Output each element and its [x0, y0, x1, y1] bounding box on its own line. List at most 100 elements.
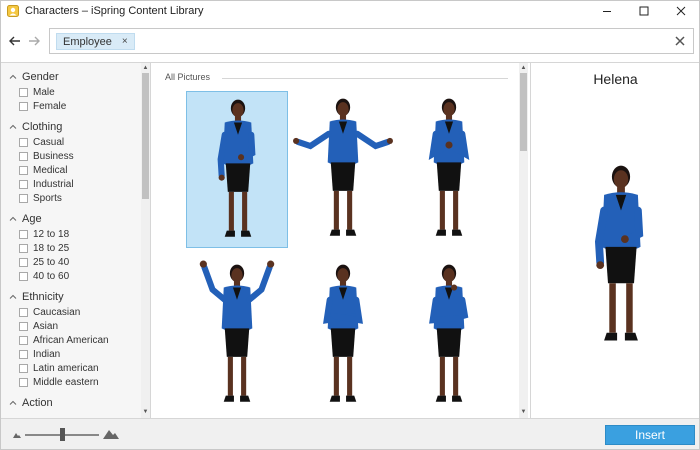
checkbox[interactable]: [19, 321, 28, 331]
character-preview-image: [556, 101, 686, 411]
gallery-panel: All Pictures ▲ ▼: [152, 63, 529, 418]
close-window-button[interactable]: [662, 1, 699, 21]
checkbox[interactable]: [19, 363, 28, 373]
clear-search-icon[interactable]: [673, 34, 687, 48]
filter-option-label: Male: [33, 86, 55, 98]
filter-option[interactable]: Casual: [19, 135, 141, 149]
filter-option-label: 18 to 25: [33, 242, 70, 254]
filter-group-header[interactable]: Action: [9, 395, 141, 411]
filter-option-label: Industrial: [33, 178, 74, 190]
character-tile[interactable]: [292, 91, 394, 248]
minimize-button[interactable]: [588, 1, 625, 21]
filter-group-label: Action: [22, 397, 53, 409]
filter-option[interactable]: Medical: [19, 163, 141, 177]
filter-option[interactable]: Middle eastern: [19, 375, 141, 389]
zoom-in-icon[interactable]: [103, 429, 119, 439]
gallery-scrollbar[interactable]: ▲ ▼: [519, 63, 528, 418]
character-thumbnail: [428, 98, 470, 236]
search-input[interactable]: Employee ×: [49, 28, 694, 54]
maximize-button[interactable]: [625, 1, 662, 21]
gallery-scroll-thumb[interactable]: [520, 73, 527, 151]
filter-option[interactable]: Business: [19, 149, 141, 163]
scroll-up-icon[interactable]: ▲: [520, 65, 527, 71]
arrow-right-icon: [29, 36, 40, 46]
filter-group-header[interactable]: Ethnicity: [9, 289, 141, 305]
checkbox[interactable]: [19, 193, 28, 203]
chevron-up-icon: [9, 216, 17, 221]
checkbox[interactable]: [19, 229, 28, 239]
filter-option-label: Latin american: [33, 362, 99, 374]
filter-group-label: Gender: [22, 71, 59, 83]
filter-option-label: Caucasian: [33, 306, 81, 318]
arrow-left-icon: [9, 36, 20, 46]
filter-group-action: Action: [9, 395, 141, 417]
window-controls: [588, 1, 699, 21]
filter-option-label: Female: [33, 100, 67, 112]
section-divider: [222, 78, 508, 79]
filter-group-header[interactable]: Gender: [9, 69, 141, 85]
filter-option[interactable]: Sports: [19, 191, 141, 205]
filter-option-label: Casual: [33, 136, 65, 148]
zoom-out-icon[interactable]: [13, 432, 21, 438]
chevron-up-icon: [9, 124, 17, 129]
filter-group-gender: Gender Male Female: [9, 69, 141, 119]
filter-option[interactable]: Industrial: [19, 177, 141, 191]
checkbox[interactable]: [19, 137, 28, 147]
filter-option[interactable]: Caucasian: [19, 305, 141, 319]
checkbox[interactable]: [19, 101, 28, 111]
filter-scroll-thumb[interactable]: [142, 73, 149, 199]
search-tag: Employee ×: [56, 33, 135, 50]
character-tile[interactable]: [186, 91, 288, 248]
filter-option-label: Asian: [33, 320, 59, 332]
character-tile[interactable]: [186, 257, 288, 414]
filter-option[interactable]: Indian: [19, 347, 141, 361]
checkbox[interactable]: [19, 151, 28, 161]
back-button[interactable]: [7, 33, 23, 49]
checkbox[interactable]: [19, 335, 28, 345]
preview-panel: Helena: [530, 63, 699, 418]
filter-option[interactable]: Latin american: [19, 361, 141, 375]
character-figure: [594, 165, 644, 341]
character-tile[interactable]: [398, 91, 500, 248]
checkbox[interactable]: [19, 349, 28, 359]
scroll-down-icon[interactable]: ▼: [520, 409, 527, 415]
filter-scrollbar[interactable]: ▲ ▼: [141, 63, 150, 418]
checkbox[interactable]: [19, 87, 28, 97]
insert-button[interactable]: Insert: [605, 425, 695, 445]
filter-option-label: Indian: [33, 348, 61, 360]
filter-option[interactable]: Asian: [19, 319, 141, 333]
character-tile[interactable]: [398, 257, 500, 414]
zoom-slider-handle[interactable]: [60, 428, 65, 441]
character-thumbnail: [293, 98, 393, 236]
filter-option[interactable]: Female: [19, 99, 141, 113]
checkbox[interactable]: [19, 307, 28, 317]
filter-option[interactable]: 25 to 40: [19, 255, 141, 269]
checkbox[interactable]: [19, 271, 28, 281]
character-tile[interactable]: [292, 257, 394, 414]
filter-option[interactable]: 18 to 25: [19, 241, 141, 255]
maximize-icon: [639, 6, 648, 16]
remove-tag-button[interactable]: ×: [122, 36, 128, 47]
checkbox[interactable]: [19, 179, 28, 189]
filter-option[interactable]: 40 to 60: [19, 269, 141, 283]
filter-option-label: Medical: [33, 164, 68, 176]
checkbox[interactable]: [19, 377, 28, 387]
scroll-up-icon[interactable]: ▲: [142, 65, 149, 71]
app-window: Characters – iSpring Content Library Emp…: [0, 0, 700, 450]
character-thumbnail: [323, 264, 363, 402]
filter-option[interactable]: 12 to 18: [19, 227, 141, 241]
scroll-down-icon[interactable]: ▼: [142, 409, 149, 415]
bottom-bar: Insert: [1, 418, 699, 449]
checkbox[interactable]: [19, 257, 28, 267]
filter-list: Gender Male Female Clothing Casual Business Me…: [1, 69, 141, 417]
filter-group-ethnicity: Ethnicity Caucasian Asian African American I…: [9, 289, 141, 395]
filter-option[interactable]: African American: [19, 333, 141, 347]
character-thumbnail: [199, 260, 275, 402]
checkbox[interactable]: [19, 165, 28, 175]
filter-option-label: Sports: [33, 192, 62, 204]
filter-group-header[interactable]: Age: [9, 211, 141, 227]
forward-button[interactable]: [26, 33, 42, 49]
filter-option[interactable]: Male: [19, 85, 141, 99]
checkbox[interactable]: [19, 243, 28, 253]
filter-group-header[interactable]: Clothing: [9, 119, 141, 135]
